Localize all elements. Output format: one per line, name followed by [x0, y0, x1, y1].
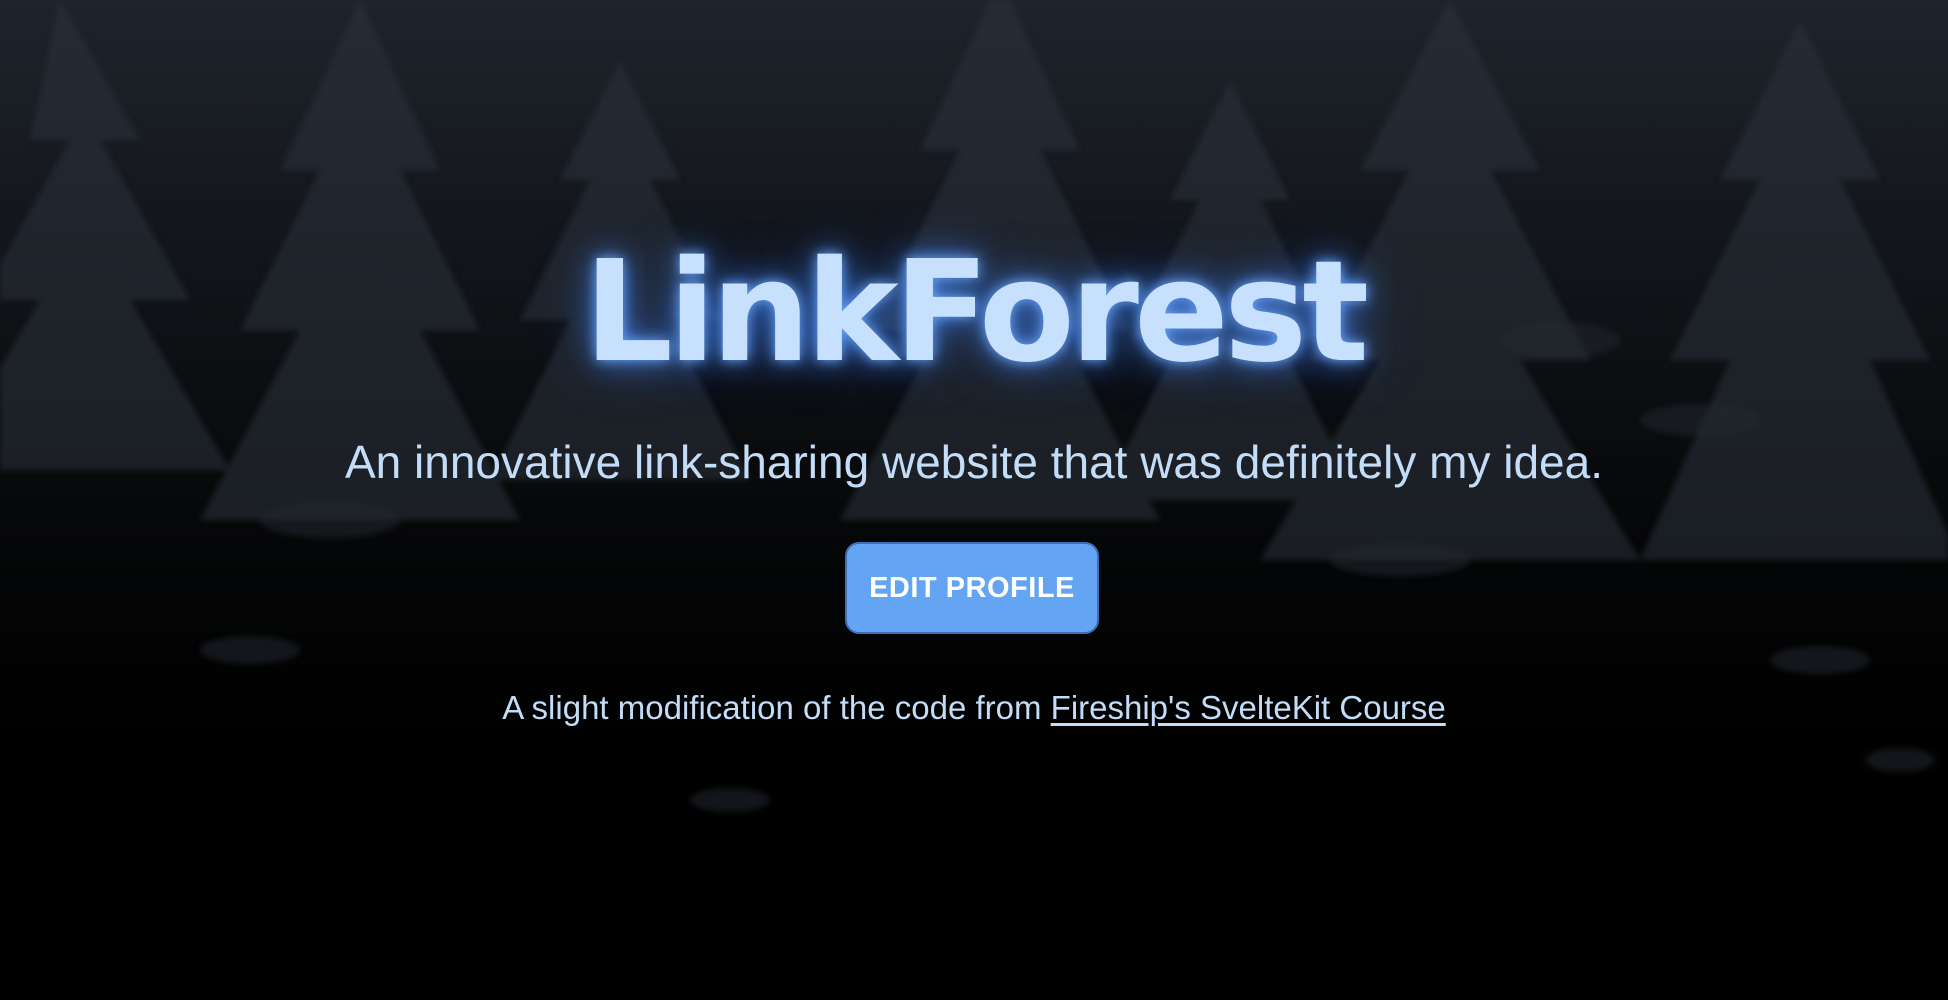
site-title: LinkForest	[583, 231, 1369, 394]
site-tagline: An innovative link-sharing website that …	[345, 436, 1603, 488]
fireship-course-link[interactable]: Fireship's SvelteKit Course	[1051, 689, 1446, 726]
credit-text: A slight modification of the code from F…	[0, 686, 1948, 730]
edit-profile-button[interactable]: EDIT PROFILE	[845, 542, 1099, 634]
hero-section: LinkForest An innovative link-sharing we…	[0, 0, 1948, 1000]
credit-prefix: A slight modification of the code from	[502, 689, 1051, 726]
landing-page: LinkForest An innovative link-sharing we…	[0, 0, 1948, 1000]
